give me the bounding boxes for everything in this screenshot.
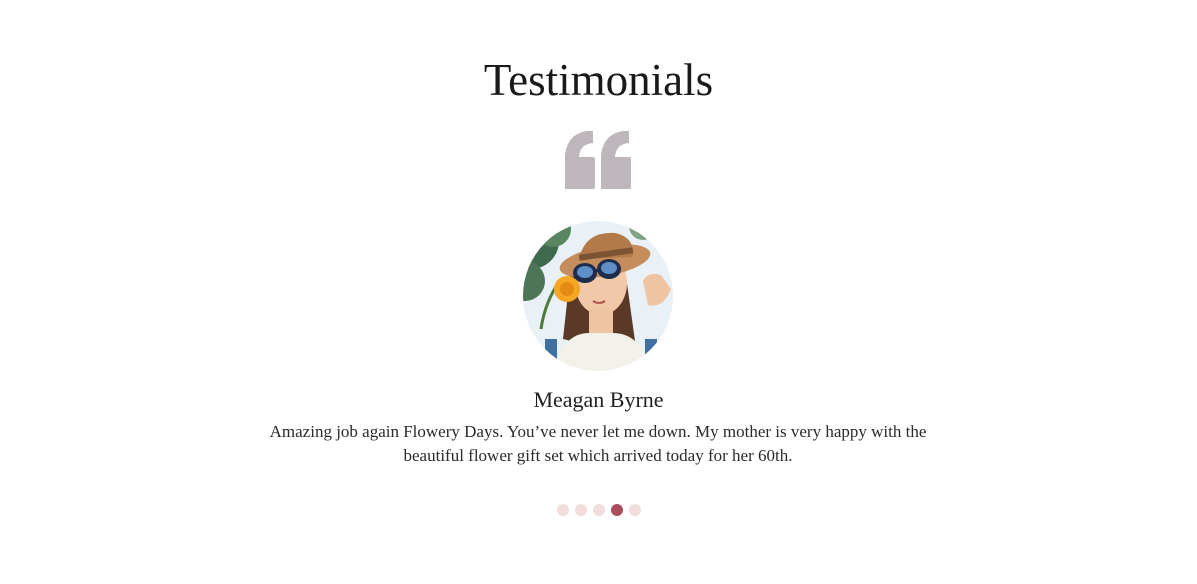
pagination-dot-2[interactable] <box>574 504 587 516</box>
testimonial-text: Amazing job again Flowery Days. You’ve n… <box>269 422 927 465</box>
avatar <box>523 221 673 371</box>
quote-icon <box>565 131 631 189</box>
pagination-dot-5[interactable] <box>628 504 641 516</box>
section-title: Testimonials <box>483 55 714 105</box>
pagination-dot-4[interactable] <box>610 504 623 516</box>
pagination-dot-3[interactable] <box>592 504 605 516</box>
testimonials-section: Testimonials Meagan Byrne Amazing job ag… <box>0 0 1197 584</box>
pagination-dot-1[interactable] <box>556 504 569 516</box>
carousel-pagination <box>0 504 1197 516</box>
testimonial-author-name: Meagan Byrne <box>533 387 664 412</box>
